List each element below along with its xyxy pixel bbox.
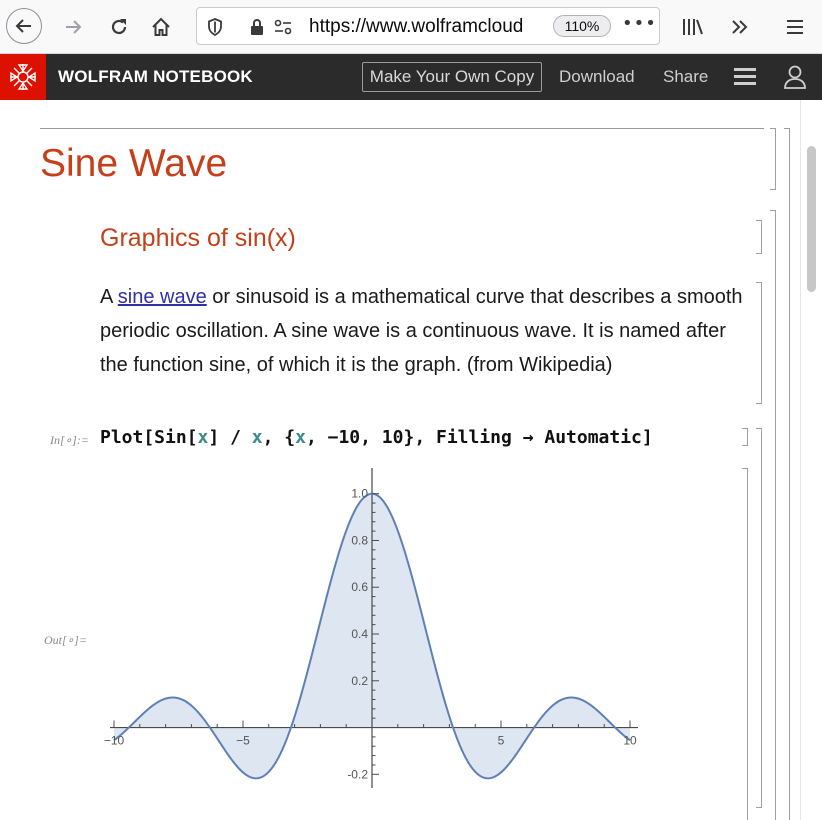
user-icon[interactable] — [783, 64, 807, 90]
home-icon — [152, 17, 170, 36]
code-variable: x — [295, 427, 306, 448]
page-actions-icon[interactable]: ••• — [622, 13, 657, 34]
browser-toolbar: https://www.wolframcloud 110% ••• — [0, 0, 822, 54]
input-cell-bracket[interactable] — [742, 428, 748, 446]
hamburger-icon — [787, 20, 803, 34]
section-group-bracket[interactable] — [770, 210, 776, 820]
library-button[interactable] — [678, 12, 708, 42]
group-cell-bracket[interactable] — [756, 428, 762, 808]
arrow-left-icon — [15, 19, 31, 33]
x-tick-label: −5 — [236, 734, 250, 748]
url-host: wolframcloud — [411, 16, 524, 37]
y-tick-label: 1.0 — [351, 487, 368, 501]
input-code[interactable]: Plot[Sin[x] / x, {x, −10, 10}, Filling →… — [100, 427, 653, 448]
output-label: Out[∘]= — [44, 633, 87, 647]
arrow-right-icon — [66, 20, 82, 34]
section-heading: Graphics of sin(x) — [100, 224, 296, 252]
make-copy-button[interactable]: Make Your Own Copy — [362, 62, 542, 92]
reload-icon — [111, 19, 127, 35]
sinc-plot[interactable]: −10 −5 5 10 -0.2 0.2 0.4 0.6 0.8 1.0 — [96, 468, 656, 808]
x-tick-label: −10 — [104, 734, 125, 748]
url-text[interactable]: https://www.wolframcloud — [309, 16, 543, 38]
hamburger-icon[interactable] — [734, 68, 756, 86]
lock-icon[interactable] — [247, 17, 267, 37]
double-chevron-right-icon — [732, 20, 748, 34]
library-icon — [683, 19, 703, 35]
text-cell-bracket[interactable] — [756, 282, 762, 404]
download-button[interactable]: Download — [559, 67, 635, 87]
y-tick-label: 0.6 — [351, 580, 368, 594]
forward-button[interactable] — [58, 12, 88, 42]
app-menu-button[interactable] — [780, 12, 810, 42]
shield-icon[interactable] — [205, 17, 225, 37]
wolfram-logo[interactable] — [0, 54, 46, 100]
input-label: In[∘]:= — [50, 433, 89, 447]
x-tick-label: 10 — [623, 734, 637, 748]
permissions-icon[interactable] — [273, 17, 293, 37]
sine-wave-link[interactable]: sine wave — [118, 286, 207, 308]
reload-button[interactable] — [104, 12, 134, 42]
code-part: , −10, 10}, Filling → Automatic] — [305, 427, 653, 448]
y-tick-label: 0.8 — [351, 533, 368, 547]
x-tick-label: 5 — [498, 734, 505, 748]
code-variable: x — [197, 427, 209, 448]
scrollbar-thumb[interactable] — [807, 146, 816, 292]
notebook-header: WOLFRAM NOTEBOOK Make Your Own Copy Down… — [0, 54, 822, 100]
url-prefix: https://www. — [309, 16, 412, 37]
title-group-bracket[interactable] — [784, 128, 790, 820]
notebook-content: Sine Wave Graphics of sin(x) A sine wave… — [0, 100, 822, 820]
section-cell-bracket[interactable] — [756, 220, 762, 254]
paragraph-prefix: A — [100, 286, 118, 308]
title-rule — [40, 128, 764, 129]
y-tick-label: -0.2 — [347, 767, 368, 781]
zoom-badge[interactable]: 110% — [553, 15, 611, 37]
y-tick-label: 0.2 — [351, 674, 368, 688]
title-cell-bracket[interactable] — [770, 128, 776, 190]
share-button[interactable]: Share — [663, 67, 708, 87]
code-variable: x — [251, 427, 263, 448]
url-bar[interactable]: https://www.wolframcloud 110% ••• — [196, 7, 660, 45]
wolfram-spikey-icon — [10, 64, 36, 90]
code-part: , { — [262, 427, 296, 448]
overflow-button[interactable] — [725, 12, 755, 42]
notebook-brand-title: WOLFRAM NOTEBOOK — [58, 67, 253, 86]
description-paragraph: A sine wave or sinusoid is a mathematica… — [100, 280, 750, 382]
code-part: Plot[Sin[ — [100, 427, 198, 448]
back-button[interactable] — [6, 8, 42, 44]
y-tick-label: 0.4 — [351, 627, 368, 641]
output-cell-bracket[interactable] — [742, 468, 748, 820]
home-button[interactable] — [146, 12, 176, 42]
notebook-title: Sine Wave — [40, 142, 228, 185]
code-part: ] / — [208, 427, 252, 448]
